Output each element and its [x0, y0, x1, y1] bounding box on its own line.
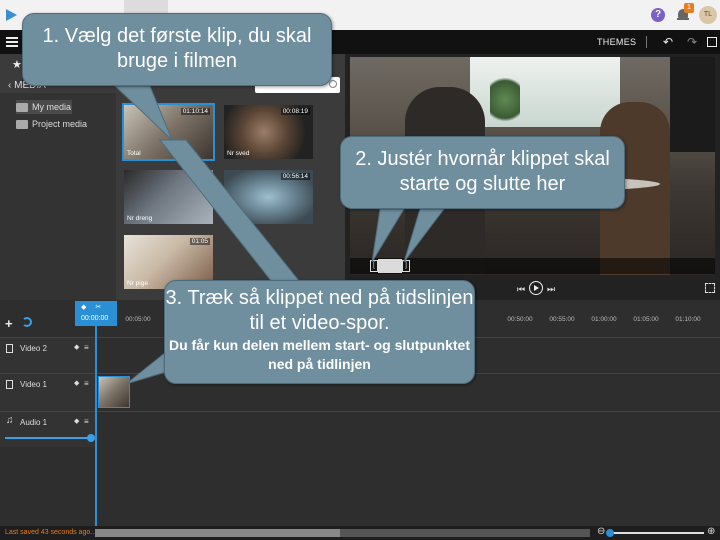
clip-duration: 01:10:14 [180, 108, 210, 115]
callout-step-3-text: 3. Træk så klippet ned på tidslinjen til… [165, 287, 474, 334]
volume-knob[interactable] [87, 434, 95, 442]
clip-duration: 00:08:19 [280, 108, 310, 115]
ruler-tick: 01:10:00 [675, 316, 701, 323]
ruler-tick: 01:00:00 [591, 316, 617, 323]
track-name: Video 2 [20, 344, 47, 353]
track-expand-icon[interactable]: ◆ [74, 417, 79, 425]
trim-range[interactable] [378, 259, 402, 273]
snap-magnet-icon[interactable] [22, 317, 32, 327]
media-clip[interactable]: 00:08:19 Nr sved [224, 105, 313, 159]
zoom-knob[interactable] [606, 529, 614, 537]
zoom-out-icon[interactable]: ⊖ [597, 526, 605, 537]
film-icon [6, 344, 13, 353]
film-icon [6, 380, 13, 389]
track-menu-icon[interactable]: ≡ [84, 343, 89, 352]
redo-icon[interactable]: ↷ [687, 35, 697, 49]
add-track-icon[interactable]: + [5, 316, 13, 331]
search-icon[interactable] [329, 80, 337, 88]
clip-name: Total [127, 150, 141, 157]
play-button[interactable] [529, 281, 543, 295]
scrollbar-thumb[interactable] [95, 529, 340, 537]
previous-frame-icon[interactable]: ⏮ [517, 284, 525, 295]
track-audio-1[interactable]: ♫ Audio 1 ◆ ≡ [0, 411, 720, 447]
playhead-line[interactable] [95, 326, 97, 526]
callout-step-2-text: 2. Justér hvornår klippet skal starte og… [355, 148, 610, 195]
track-header: Video 1 ◆ ≡ [0, 374, 96, 411]
callout-step-3: 3. Træk så klippet ned på tidslinjen til… [164, 280, 475, 384]
zoom-in-icon[interactable]: ⊕ [707, 526, 715, 537]
expand-preview-icon[interactable] [705, 283, 715, 293]
help-icon[interactable]: ? [651, 8, 665, 22]
ruler-tick: 01:05:00 [633, 316, 659, 323]
undo-icon[interactable]: ↶ [663, 35, 673, 49]
trim-start-handle[interactable]: [ [370, 260, 378, 272]
track-expand-icon[interactable]: ◆ [74, 343, 79, 351]
folder-project-media[interactable]: Project media [16, 117, 87, 131]
timeline-clip[interactable] [98, 376, 130, 408]
clip-name: eddel [227, 215, 243, 222]
media-clip[interactable]: 01:10:14 Total [122, 103, 215, 161]
clip-name: Nr pige [127, 280, 148, 287]
track-menu-icon[interactable]: ≡ [84, 379, 89, 388]
ruler-tick: 00:50:00 [507, 316, 533, 323]
trim-end-handle[interactable]: ] [402, 260, 410, 272]
next-frame-icon[interactable]: ⏭ [547, 284, 555, 295]
hamburger-menu-icon[interactable] [6, 37, 18, 47]
clip-duration: 19 [198, 173, 210, 180]
track-expand-icon[interactable]: ◆ [74, 379, 79, 387]
track-header: Video 2 ◆ ≡ [0, 338, 96, 373]
themes-button[interactable]: THEMES [597, 37, 636, 47]
music-note-icon: ♫ [6, 415, 14, 426]
clip-duration: 00:56:14 [280, 173, 310, 180]
last-saved-status: Last saved 43 seconds ago... [5, 529, 97, 536]
divider [646, 36, 647, 48]
playhead-icons[interactable]: ◆✂ [81, 303, 110, 311]
clip-duration: 01:05 [189, 238, 210, 245]
audio-volume-slider[interactable] [5, 437, 91, 439]
video-plant [490, 72, 520, 127]
playhead-time: 00:00:00 [81, 315, 109, 322]
clip-name: Nr dreng [127, 215, 153, 222]
media-clip[interactable]: 00:56:14 eddel [224, 170, 313, 224]
callout-step-2: 2. Justér hvornår klippet skal starte og… [340, 136, 625, 209]
video-poster-wall [670, 57, 715, 152]
callout-step-1-text: 1. Vælg det første klip, du skal bruge i… [42, 25, 312, 72]
clip-name: Nr sved [227, 150, 250, 157]
folder-my-media[interactable]: My media [16, 100, 72, 114]
notification-badge: 1 [684, 3, 694, 13]
star-icon[interactable]: ★ [12, 58, 22, 71]
callout-step-1: 1. Vælg det første klip, du skal bruge i… [22, 13, 332, 86]
zoom-slider[interactable] [609, 532, 704, 534]
ruler-tick: 00:05:00 [125, 316, 151, 323]
fullscreen-icon[interactable] [707, 37, 717, 47]
track-header: ♫ Audio 1 ◆ ≡ [0, 412, 96, 447]
track-name: Video 1 [20, 380, 47, 389]
app-logo-icon[interactable] [6, 9, 17, 21]
user-avatar[interactable]: TL [699, 6, 717, 24]
media-clip[interactable]: 19 Nr dreng [124, 170, 213, 224]
track-name: Audio 1 [20, 418, 48, 427]
callout-step-3-subtext: Du får kun delen mellem start- og slutpu… [168, 337, 471, 372]
ruler-tick: 00:55:00 [549, 316, 575, 323]
track-menu-icon[interactable]: ≡ [84, 417, 89, 426]
